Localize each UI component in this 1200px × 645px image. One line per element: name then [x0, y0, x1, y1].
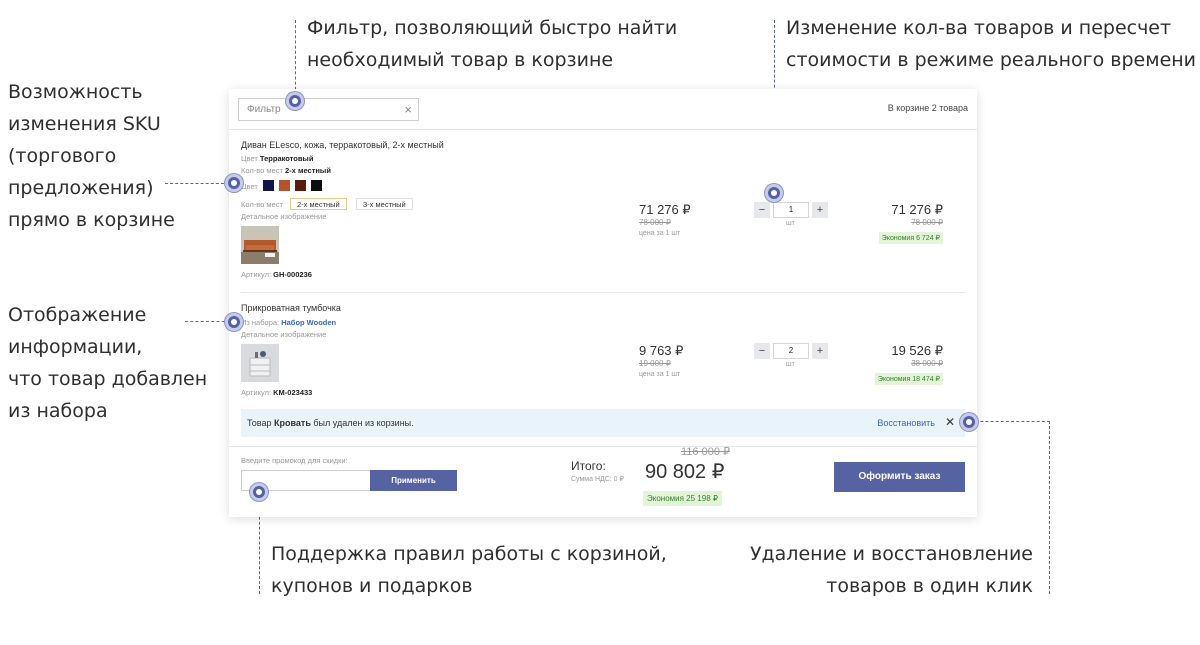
item-total: 19 526 ₽ [891, 343, 943, 358]
grand-total: 90 802 ₽ [645, 461, 725, 483]
divider [229, 129, 977, 130]
item-total-old: 78 000 ₽ [911, 218, 943, 227]
checkout-button[interactable]: Оформить заказ [834, 462, 965, 492]
item-total: 71 276 ₽ [891, 202, 943, 217]
grand-total-old: 116 000 ₽ [681, 446, 731, 458]
item-color-prop: Цвет Терракотовый [241, 154, 314, 163]
cart-panel: Фильтр × В корзине 2 товара Диван ELesco… [229, 89, 977, 517]
color-swatch-navy[interactable] [263, 180, 274, 191]
color-select-label: Цвет [241, 182, 258, 191]
filter-placeholder: Фильтр [247, 104, 281, 115]
close-icon[interactable]: × [404, 102, 412, 117]
close-icon[interactable]: ✕ [945, 415, 955, 429]
connector-sku [165, 183, 229, 184]
annotation-marker [960, 413, 978, 431]
item-old-price: 19 000 ₽ [639, 359, 671, 368]
annotation-marker [765, 184, 783, 202]
seats-select-label: Кол-во мест [241, 200, 283, 209]
product-thumbnail-sofa[interactable] [241, 226, 279, 264]
annotation-sku: Возможность изменения SKU (торгового пре… [8, 81, 175, 231]
grand-saving-badge: Экономия 25 198 ₽ [643, 491, 722, 506]
qty-plus-button[interactable]: + [812, 202, 828, 218]
qty-minus-button[interactable]: − [754, 202, 770, 218]
item-set-prop: Из набора: Набор Wooden [241, 318, 337, 327]
restore-link[interactable]: Восстановить [877, 418, 935, 428]
color-swatch-black[interactable] [311, 180, 322, 191]
item-saving-badge: Экономия 18 474 ₽ [874, 373, 943, 385]
item-name[interactable]: Диван ELesco, кожа, терракотовый, 2-х ме… [241, 140, 444, 150]
item-article: Артикул: KM-023433 [241, 388, 313, 397]
product-thumbnail-nightstand[interactable] [241, 344, 279, 382]
qty-unit: шт [786, 361, 795, 368]
promo-label: Введите промокод для скидки: [241, 456, 348, 465]
seats-option-2[interactable]: 2-х местный [290, 198, 347, 210]
item-seats-prop: Кол-во мест 2-х местный [241, 166, 331, 175]
item-price: 71 276 ₽ [639, 202, 691, 217]
divider [241, 292, 965, 293]
cart-count: В корзине 2 товара [887, 103, 968, 113]
item-per-unit: цена за 1 шт [639, 371, 681, 378]
item-article: Артикул: GH-000236 [241, 270, 312, 279]
qty-minus-button[interactable]: − [754, 343, 770, 359]
qty-plus-button[interactable]: + [812, 343, 828, 359]
item-old-price: 78 000 ₽ [639, 218, 671, 227]
total-label: Итого: [571, 459, 606, 473]
annotation-set-info: Отображение информации, что товар добавл… [8, 304, 208, 422]
item-saving-badge: Экономия 6 724 ₽ [878, 232, 943, 244]
annotation-rules: Поддержка правил работы с корзиной, купо… [271, 543, 667, 597]
color-swatch-terracotta[interactable] [279, 180, 290, 191]
set-link[interactable]: Набор Wooden [281, 318, 336, 327]
annotation-marker [225, 174, 243, 192]
vat-label: Сумма НДС: 0 ₽ [571, 476, 624, 483]
connector-remove-h [970, 421, 1050, 422]
annotation-quantity: Изменение кол-ва товаров и пересчет стои… [786, 17, 1197, 71]
annotation-filter: Фильтр, позволяющий быстро найти необход… [307, 17, 678, 71]
item-price: 9 763 ₽ [639, 343, 684, 358]
annotation-marker [225, 313, 243, 331]
annotation-marker [286, 92, 304, 110]
seats-option-3[interactable]: 3-х местный [356, 198, 413, 210]
annotation-remove: Удаление и восстановление товаров в один… [749, 543, 1033, 597]
divider [229, 446, 977, 447]
detail-image-label: Детальное изображение [241, 212, 327, 221]
annotation-marker [250, 483, 268, 501]
connector-filter [295, 20, 296, 100]
removed-message: Товар Кровать был удален из корзины. [247, 418, 414, 428]
connector-remove-v [1049, 421, 1050, 594]
item-total-old: 38 000 ₽ [911, 359, 943, 368]
removed-item-notice: Товар Кровать был удален из корзины. Вос… [241, 409, 965, 437]
qty-input[interactable]: 2 [773, 343, 809, 359]
apply-promo-button[interactable]: Применить [370, 470, 457, 491]
item-per-unit: цена за 1 шт [639, 230, 681, 237]
item-name[interactable]: Прикроватная тумбочка [241, 303, 341, 313]
qty-input[interactable]: 1 [773, 202, 809, 218]
color-swatch-brown[interactable] [295, 180, 306, 191]
connector-set-info [185, 321, 230, 322]
qty-unit: шт [786, 220, 795, 227]
filter-input[interactable]: Фильтр × [238, 98, 419, 121]
detail-image-label: Детальное изображение [241, 330, 327, 339]
